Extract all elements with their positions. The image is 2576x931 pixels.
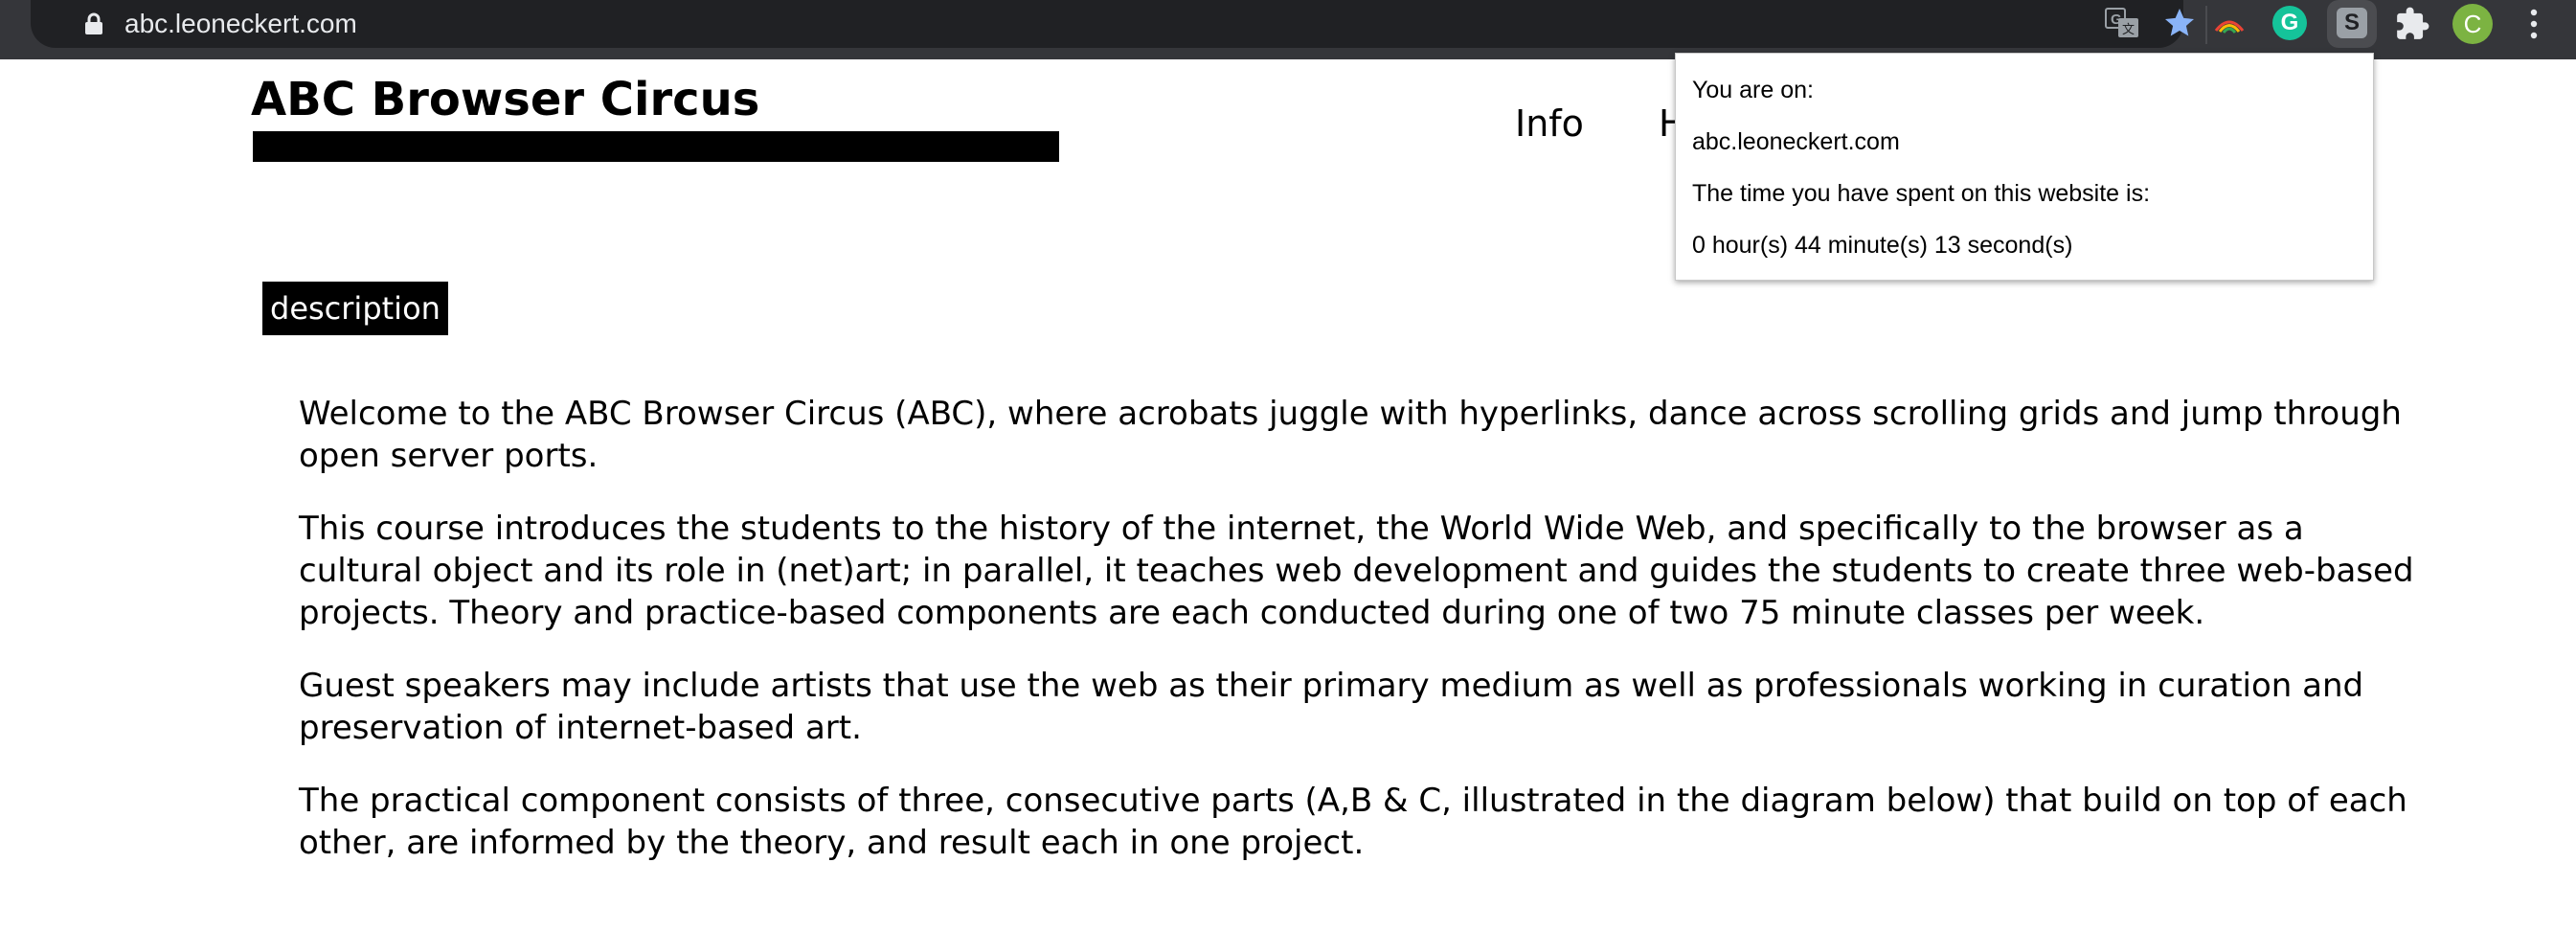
paragraph-course-intro: This course introduces the students to t… bbox=[299, 510, 2414, 632]
popup-label-time-spent: The time you have spent on this website … bbox=[1692, 180, 2151, 207]
rainbow-extension-icon[interactable] bbox=[2212, 8, 2247, 38]
more-options-icon[interactable] bbox=[2528, 8, 2540, 40]
nav-link-info[interactable]: Info bbox=[1515, 100, 1584, 148]
url-text[interactable]: abc.leoneckert.com bbox=[124, 8, 357, 40]
course-description: Welcome to the ABC Browser Circus (ABC),… bbox=[299, 393, 2415, 895]
popup-time-value: 0 hour(s) 44 minute(s) 13 second(s) bbox=[1692, 232, 2073, 259]
google-translate-icon[interactable]: G 文 bbox=[2105, 8, 2139, 38]
section-badge-description: description bbox=[262, 282, 448, 335]
paragraph-guest-speakers: Guest speakers may include artists that … bbox=[299, 667, 2364, 747]
popup-label-you-are-on: You are on: bbox=[1692, 77, 1814, 103]
time-tracker-popup: You are on: abc.leoneckert.com The time … bbox=[1675, 53, 2374, 281]
toolbar-separator bbox=[2205, 6, 2207, 44]
paragraph-welcome: Welcome to the ABC Browser Circus (ABC),… bbox=[299, 395, 2402, 475]
paragraph-practical-component: The practical component consists of thre… bbox=[299, 782, 2407, 862]
svg-text:文: 文 bbox=[2122, 23, 2135, 37]
grammarly-icon[interactable]: G bbox=[2272, 6, 2307, 40]
extensions-puzzle-icon[interactable] bbox=[2394, 6, 2430, 42]
address-bar[interactable]: abc.leoneckert.com G 文 bbox=[31, 0, 2194, 48]
site-title: ABC Browser Circus bbox=[251, 73, 760, 126]
time-tracker-extension-button[interactable]: S bbox=[2327, 0, 2377, 48]
profile-avatar[interactable]: C bbox=[2452, 4, 2493, 44]
bookmark-star-icon[interactable] bbox=[2162, 6, 2197, 40]
lock-icon bbox=[85, 12, 102, 34]
time-tracker-extension-icon[interactable]: S bbox=[2337, 8, 2367, 38]
popup-current-site: abc.leoneckert.com bbox=[1692, 128, 1900, 155]
title-decoration-bar bbox=[253, 131, 1059, 162]
browser-toolbar: abc.leoneckert.com G 文 G S C bbox=[0, 0, 2576, 59]
